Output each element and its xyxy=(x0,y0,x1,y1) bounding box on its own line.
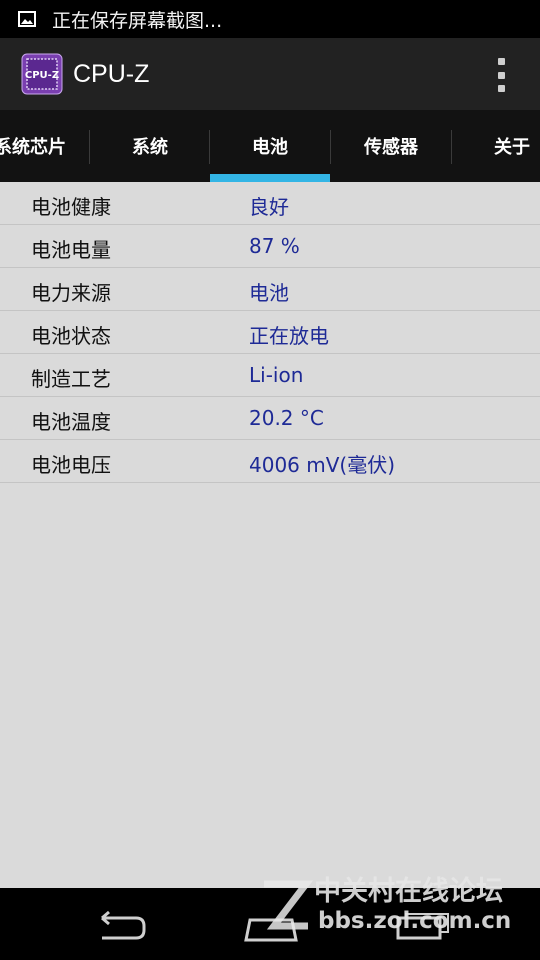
tab-bar: 系统芯片 系统 电池 传感器 关于 xyxy=(0,110,540,182)
row-value: 良好 xyxy=(249,195,289,219)
status-bar: 正在保存屏幕截图... xyxy=(0,0,540,38)
row-key: 电力来源 xyxy=(31,281,111,305)
zol-watermark: 中关村在线论坛 bbs.zol.com.cn xyxy=(244,872,534,944)
row-key: 电池健康 xyxy=(31,195,111,219)
cpu-z-app-icon[interactable]: CPU-Z xyxy=(21,53,63,95)
tab-battery[interactable]: 电池 xyxy=(210,110,330,182)
back-icon[interactable] xyxy=(92,908,148,944)
row-key: 电池温度 xyxy=(31,410,111,434)
battery-health-row: 电池健康 良好 xyxy=(0,182,540,225)
app-icon-text: CPU-Z xyxy=(25,70,59,81)
action-bar: CPU-Z CPU-Z xyxy=(0,38,540,110)
battery-temperature-row: 电池温度 20.2 °C xyxy=(0,397,540,440)
battery-info-list: 电池健康 良好 电池电量 87 % 电力来源 电池 电池状态 正在放电 制造工艺 Li-i… xyxy=(0,182,540,483)
row-key: 电池电压 xyxy=(31,453,111,477)
row-value: 电池 xyxy=(249,281,289,305)
row-key: 电池电量 xyxy=(31,238,111,262)
battery-status-row: 电池状态 正在放电 xyxy=(0,311,540,354)
app-title: CPU-Z xyxy=(73,59,150,88)
tab-soc[interactable]: 系统芯片 xyxy=(0,110,90,182)
row-value: 87 % xyxy=(249,234,300,258)
watermark-url: bbs.zol.com.cn xyxy=(318,908,511,934)
row-value: 正在放电 xyxy=(249,324,329,348)
row-value: Li-ion xyxy=(249,363,304,387)
tab-sensors[interactable]: 传感器 xyxy=(331,110,451,182)
row-key: 制造工艺 xyxy=(31,367,111,391)
tab-about[interactable]: 关于 xyxy=(452,110,540,182)
row-key: 电池状态 xyxy=(31,324,111,348)
image-icon xyxy=(18,11,36,27)
tab-system[interactable]: 系统 xyxy=(90,110,210,182)
overflow-menu-icon[interactable] xyxy=(498,58,506,92)
watermark-name: 中关村在线论坛 xyxy=(314,876,503,907)
notification-text: 正在保存屏幕截图... xyxy=(52,9,223,32)
row-value: 4006 mV(毫伏) xyxy=(249,453,396,477)
active-tab-indicator xyxy=(210,174,330,182)
battery-voltage-row: 电池电压 4006 mV(毫伏) xyxy=(0,440,540,483)
battery-technology-row: 制造工艺 Li-ion xyxy=(0,354,540,397)
row-value: 20.2 °C xyxy=(249,406,324,430)
power-source-row: 电力来源 电池 xyxy=(0,268,540,311)
battery-level-row: 电池电量 87 % xyxy=(0,225,540,268)
